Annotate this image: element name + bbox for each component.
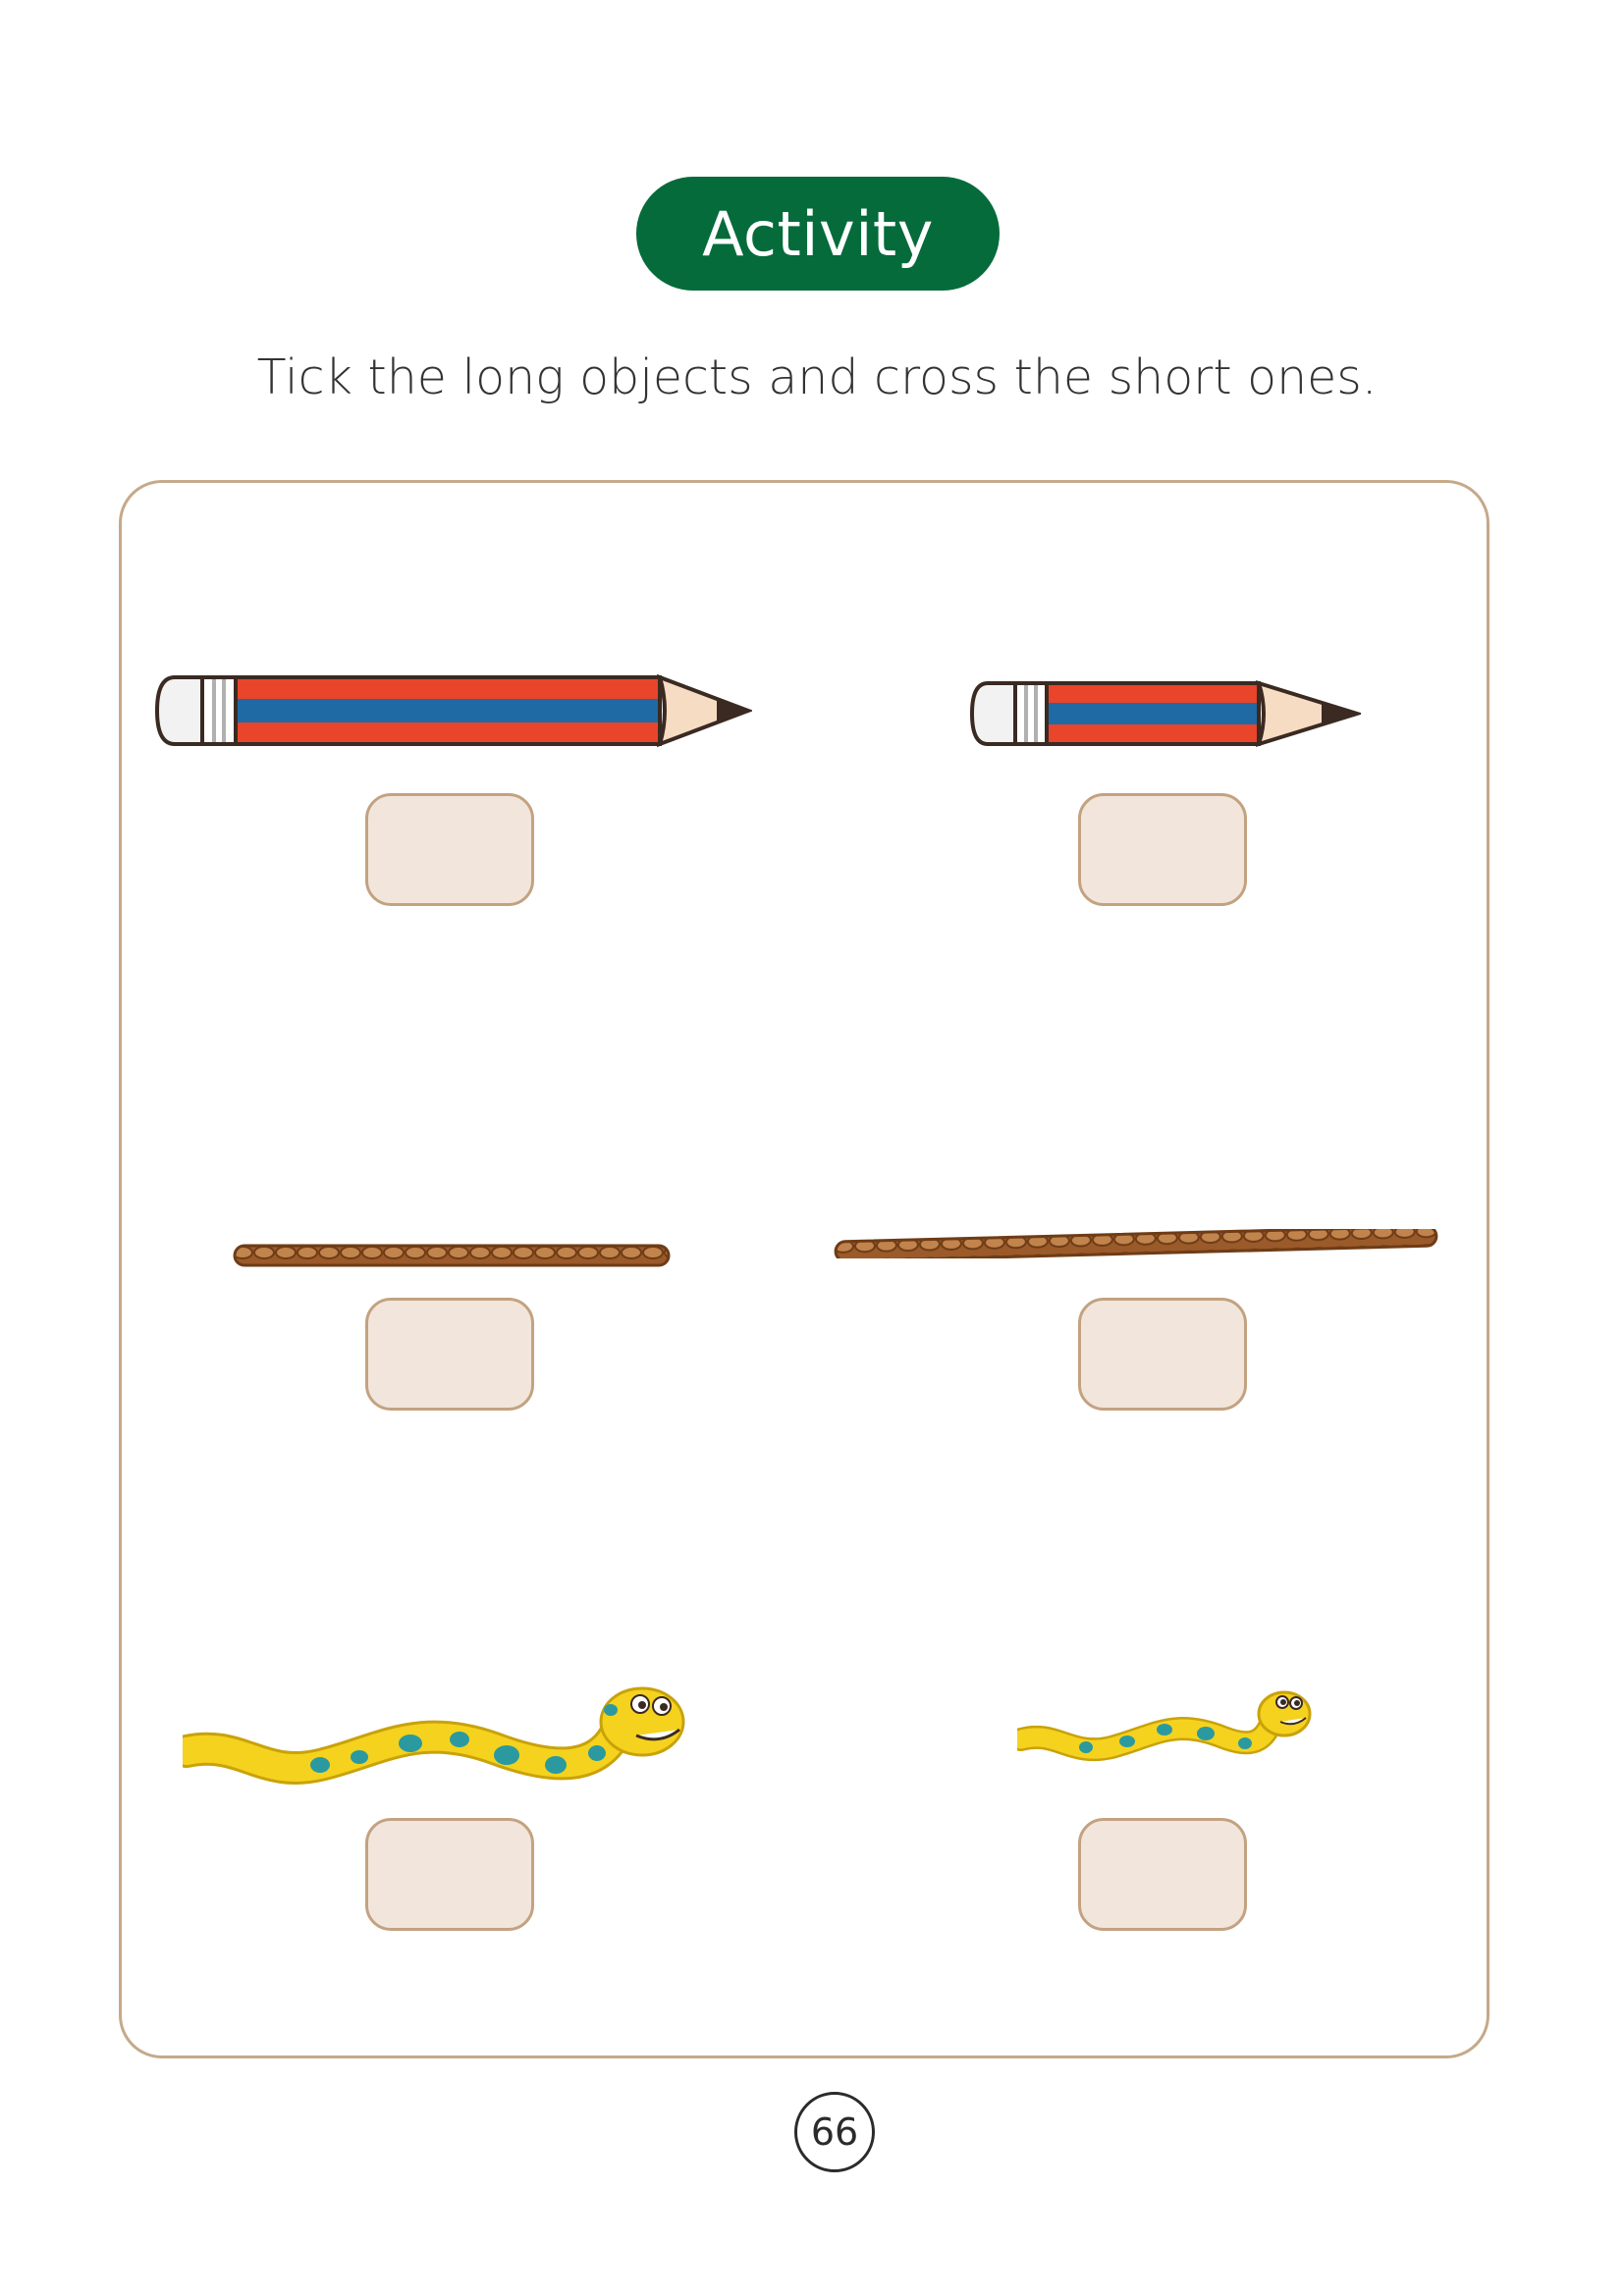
- long-rope-icon: [834, 1229, 1438, 1258]
- answer-box-long-snake[interactable]: [365, 1818, 534, 1931]
- instruction-text: Tick the long objects and cross the shor…: [256, 349, 1378, 405]
- short-rope-icon: [233, 1244, 671, 1267]
- answer-box-short-snake[interactable]: [1078, 1818, 1247, 1931]
- short-pencil-icon: [969, 679, 1361, 748]
- answer-box-long-pencil[interactable]: [365, 793, 534, 906]
- activity-title-badge: Activity: [636, 177, 1000, 291]
- answer-box-long-rope[interactable]: [1078, 1298, 1247, 1411]
- page-number: 66: [794, 2092, 875, 2172]
- page-number-label: 66: [810, 2110, 859, 2154]
- answer-box-short-pencil[interactable]: [1078, 793, 1247, 906]
- long-snake-icon: [183, 1686, 685, 1785]
- short-snake-icon: [1017, 1690, 1312, 1762]
- page-title: Activity: [702, 197, 934, 270]
- answer-box-short-rope[interactable]: [365, 1298, 534, 1411]
- long-pencil-icon: [154, 673, 752, 748]
